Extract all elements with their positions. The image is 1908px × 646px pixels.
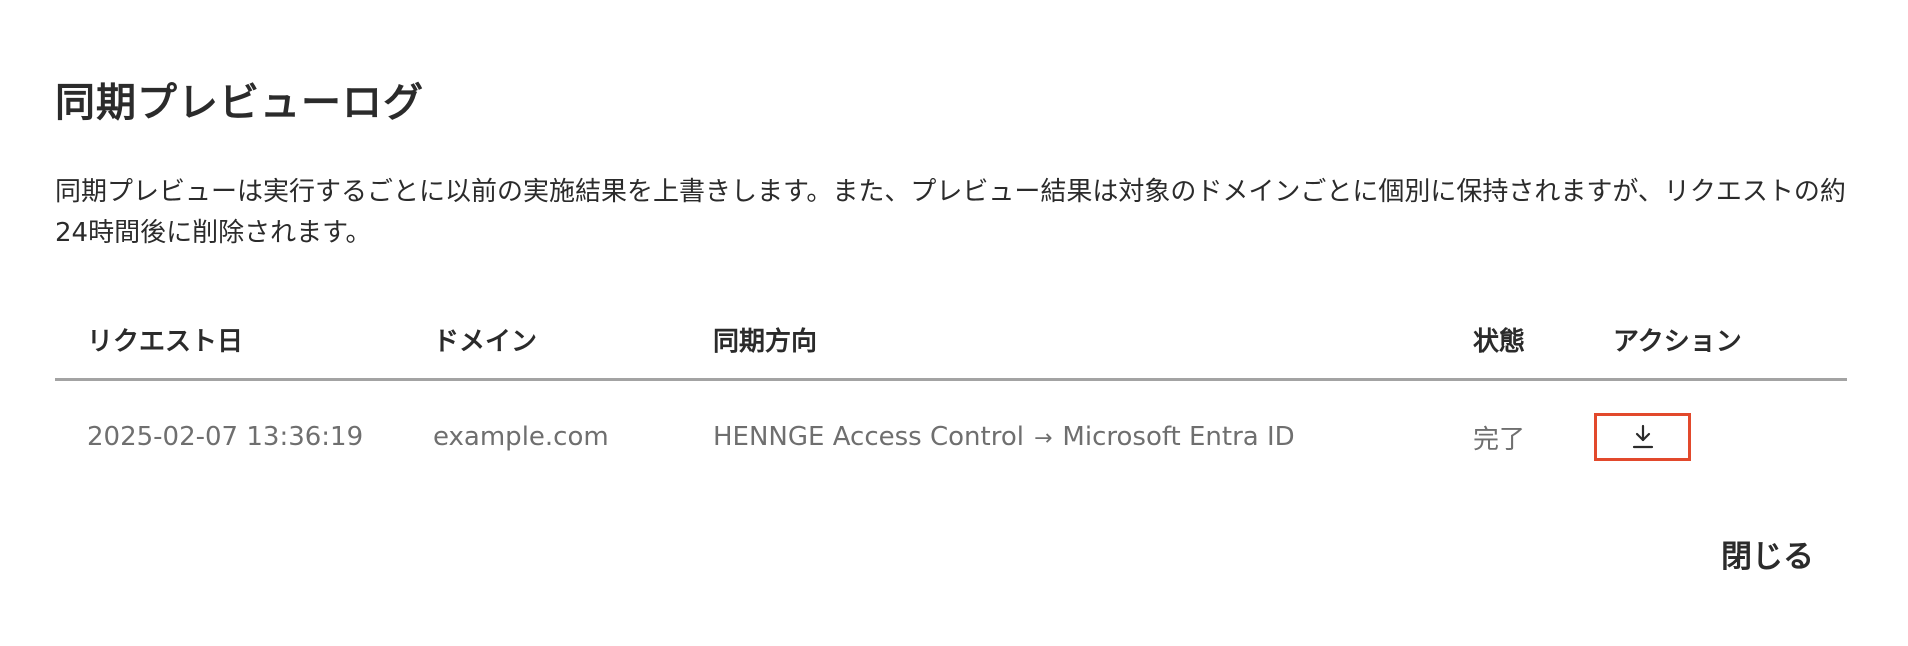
column-header-domain: ドメイン xyxy=(433,300,713,381)
column-header-action: アクション xyxy=(1613,300,1847,381)
action-cell xyxy=(1594,380,1847,494)
close-button[interactable]: 閉じる xyxy=(1717,525,1818,582)
dialog-description: 同期プレビューは実行するごとに以前の実施結果を上書きします。また、プレビュー結果… xyxy=(55,177,1846,248)
sync-target: Microsoft Entra ID xyxy=(1062,422,1295,452)
sync-source: HENNGE Access Control xyxy=(713,422,1024,452)
column-header-date: リクエスト日 xyxy=(55,300,433,381)
status-cell: 完了 xyxy=(1473,424,1526,455)
sync-direction-cell: HENNGE Access Control → Microsoft Entra ID xyxy=(713,380,1473,494)
download-button[interactable] xyxy=(1594,413,1691,461)
request-date-cell: 2025-02-07 13:36:19 xyxy=(87,422,364,452)
table-header-row: リクエスト日 ドメイン 同期方向 状態 アクション xyxy=(55,300,1847,381)
column-header-direction: 同期方向 xyxy=(713,300,1473,381)
download-icon xyxy=(1632,424,1653,449)
sync-preview-log-dialog: 同期プレビューログ 同期プレビューは実行するごとに以前の実施結果を上書きします。… xyxy=(0,0,1908,646)
domain-cell: example.com xyxy=(433,422,609,452)
sync-log-table: リクエスト日 ドメイン 同期方向 状態 アクション 2025-02-07 13:… xyxy=(55,300,1847,493)
table-row: 2025-02-07 13:36:19 example.com HENNGE A… xyxy=(55,380,1847,494)
column-header-status: 状態 xyxy=(1473,300,1613,381)
arrow-right-icon: → xyxy=(1033,426,1053,451)
dialog-title: 同期プレビューログ xyxy=(55,80,424,126)
